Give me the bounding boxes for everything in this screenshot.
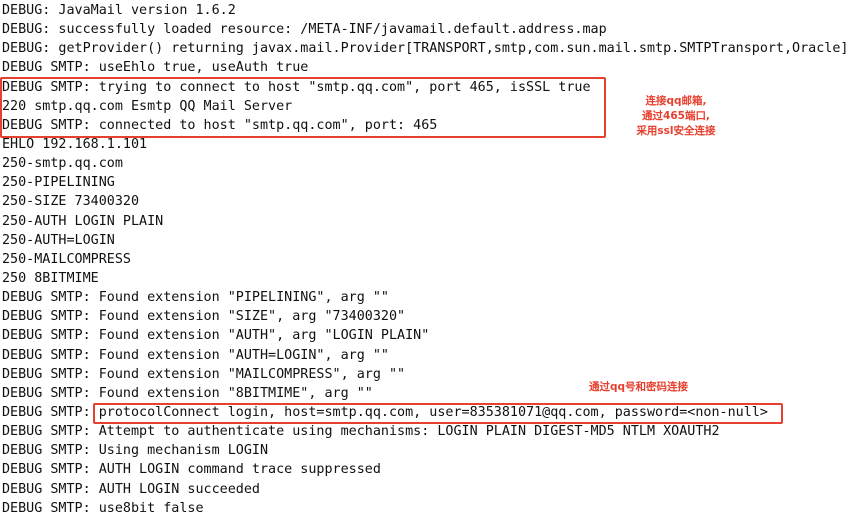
ssl-note-line-3: 采用ssl安全连接 [636,125,716,137]
log-line: DEBUG: successfully loaded resource: /ME… [2,22,607,37]
log-line: DEBUG SMTP: useEhlo true, useAuth true [2,60,309,75]
login-note: 通过qq号和密码连接 [589,381,689,393]
log-line: DEBUG SMTP: Found extension "PIPELINING"… [2,290,389,305]
ssl-note-line-2: 通过465端口, [642,110,710,122]
ssl-note-line-1: 连接qq邮箱, [645,95,707,107]
log-line: DEBUG SMTP: AUTH LOGIN succeeded [2,482,260,497]
log-line: DEBUG SMTP: Attempt to authenticate usin… [2,424,720,439]
log-line: DEBUG: getProvider() returning javax.mai… [2,41,849,56]
ssl-connection-note: 连接qq邮箱, 通过465端口, 采用ssl安全连接 [616,94,736,139]
log-line: DEBUG SMTP: Found extension "SIZE", arg … [2,309,406,324]
log-line: DEBUG SMTP: Found extension "MAILCOMPRES… [2,367,406,382]
log-line: DEBUG SMTP: Found extension "AUTH", arg … [2,328,430,343]
log-line: DEBUG SMTP: Using mechanism LOGIN [2,443,269,458]
log-line: DEBUG: JavaMail version 1.6.2 [2,3,236,18]
log-line: DEBUG SMTP: Found extension "AUTH=LOGIN"… [2,348,389,363]
log-line: 250-SIZE 73400320 [2,194,140,209]
login-highlight [93,403,783,424]
log-line: 250-smtp.qq.com [2,156,123,171]
log-line: 250 8BITMIME [2,271,99,286]
log-line: DEBUG SMTP: use8bit false [2,501,204,516]
ssl-connection-highlight [0,77,606,138]
log-line: 250-AUTH LOGIN PLAIN [2,214,164,229]
log-line: DEBUG SMTP: Found extension "8BITMIME", … [2,386,373,401]
log-line: 250-PIPELINING [2,175,115,190]
log-line: DEBUG SMTP: AUTH LOGIN command trace sup… [2,462,381,477]
log-line: 250-AUTH=LOGIN [2,233,115,248]
log-line: 250-MAILCOMPRESS [2,252,131,267]
